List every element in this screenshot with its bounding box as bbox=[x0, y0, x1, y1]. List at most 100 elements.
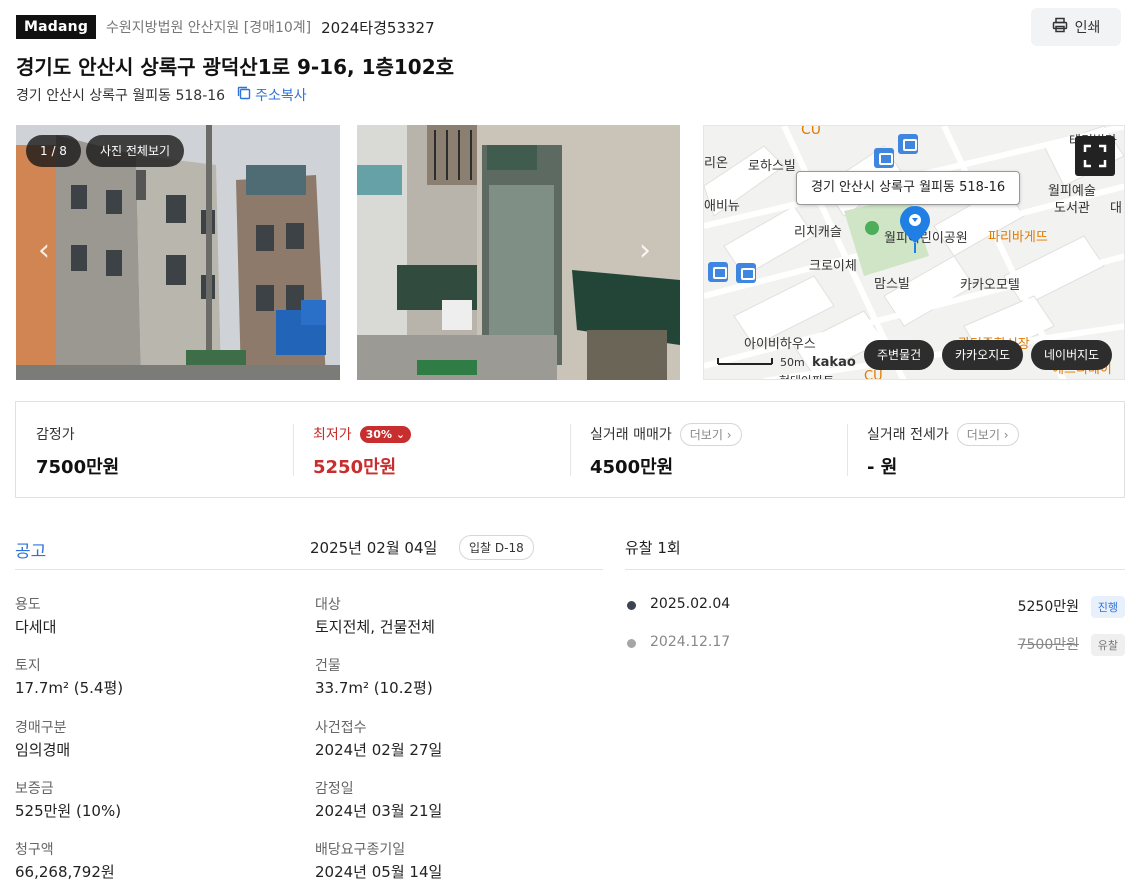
map-label-rohahouse: 로하스빌 bbox=[748, 159, 796, 174]
copy-address-button[interactable]: 주소복사 bbox=[237, 85, 307, 105]
price-summary: 감정가 7500만원 최저가 30% ⌄ 5250만원 실거래 매매가 더보기 … bbox=[15, 401, 1125, 498]
address-row: 경기 안산시 상록구 월피동 518-16 주소복사 bbox=[16, 85, 307, 105]
print-label: 인쇄 bbox=[1074, 20, 1101, 36]
lot-address: 경기 안산시 상록구 월피동 518-16 bbox=[16, 88, 226, 104]
bid-amount: 7500만원 bbox=[1017, 637, 1079, 653]
map-label-aibi: 아이비하우스 bbox=[744, 337, 816, 352]
minimum-value: 5250만원 bbox=[313, 457, 397, 478]
map-label-cu-top: CU bbox=[801, 125, 822, 138]
top-bar: Madang 수원지방법원 안산지원 [경매10계] 2024타경53327 인… bbox=[16, 8, 1125, 46]
print-button[interactable]: 인쇄 bbox=[1031, 8, 1121, 46]
map-pin-icon[interactable] bbox=[900, 206, 930, 258]
nearby-listings-button[interactable]: 주변물건 bbox=[864, 340, 935, 370]
expand-map-icon[interactable] bbox=[1075, 136, 1115, 176]
bid-row: 2024.12.17 7500만원 유찰 bbox=[625, 632, 1125, 656]
detail-label: 배당요구종기일 bbox=[315, 842, 406, 858]
appraisal-label: 감정가 bbox=[36, 424, 273, 444]
bus-stop-icon[interactable] bbox=[874, 148, 894, 168]
prev-photo-icon[interactable]: ‹ bbox=[38, 233, 50, 268]
map-label-croich: 크로이체 bbox=[809, 259, 857, 274]
map-label-paris: 파리바게뜨 bbox=[988, 230, 1048, 245]
detail-label: 용도 bbox=[15, 597, 41, 613]
minimum-label: 최저가 30% ⌄ bbox=[313, 424, 550, 444]
detail-usage: 용도 다세대 bbox=[15, 594, 305, 637]
map-label-mamsvill: 맘스빌 bbox=[874, 277, 910, 292]
discount-badge: 30% ⌄ bbox=[359, 425, 412, 443]
property-photo-1[interactable]: 1 / 8 사진 전체보기 ‹ bbox=[16, 125, 340, 380]
jeonse-value: - 원 bbox=[867, 457, 898, 478]
property-title: 경기도 안산시 상록구 광덕산1로 9-16, 1층102호 bbox=[16, 55, 455, 79]
naver-map-button[interactable]: 네이버지도 bbox=[1031, 340, 1113, 370]
detail-deposit: 보증금 525만원 (10%) bbox=[15, 778, 305, 821]
minimum-label-text: 최저가 bbox=[313, 427, 352, 443]
jeonse-label: 실거래 전세가 더보기 › bbox=[867, 422, 1104, 446]
copy-icon bbox=[237, 86, 251, 104]
jeonse-label-text: 실거래 전세가 bbox=[867, 427, 949, 443]
map-label-cu-bottom: CU bbox=[864, 369, 883, 380]
map-label-hyundai: 현대아파트 bbox=[779, 372, 834, 379]
bus-stop-icon[interactable] bbox=[736, 263, 756, 283]
map-scale: 50m bbox=[780, 356, 805, 369]
map-label-library-2: 도서관 bbox=[1054, 201, 1090, 216]
map-label-rion: 리온 bbox=[704, 156, 728, 171]
building-entrance-image bbox=[357, 125, 680, 380]
map-address-callout: 경기 안산시 상록구 월피동 518-16 bbox=[796, 171, 1021, 205]
bid-history-title: 유찰 1회 bbox=[625, 539, 681, 557]
detail-label: 경매구분 bbox=[15, 720, 67, 736]
detail-label: 건물 bbox=[315, 658, 341, 674]
detail-value: 2024년 02월 27일 bbox=[315, 741, 443, 759]
double-chevron-down-icon: ⌄ bbox=[395, 427, 406, 441]
map-kakao-logo: kakao bbox=[812, 355, 856, 370]
case-number: 2024타경53327 bbox=[321, 18, 435, 37]
bid-status-badge: 유찰 bbox=[1090, 634, 1125, 656]
detail-value: 2024년 05월 14일 bbox=[315, 863, 443, 881]
brand-logo[interactable]: Madang bbox=[16, 15, 97, 39]
detail-auction-type: 경매구분 임의경매 bbox=[15, 717, 305, 760]
bid-status-badge: 진행 bbox=[1090, 596, 1125, 618]
copy-address-label: 주소복사 bbox=[255, 88, 307, 104]
detail-dividend-deadline: 배당요구종기일 2024년 05월 14일 bbox=[315, 839, 605, 882]
bid-date: 2024.12.17 bbox=[650, 634, 731, 650]
notice-header: 공고 2025년 02월 04일 입찰 D-18 bbox=[15, 530, 603, 570]
property-photo-2[interactable]: › bbox=[357, 125, 680, 380]
view-all-photos-button[interactable]: 사진 전체보기 bbox=[86, 135, 185, 167]
kakao-map-button[interactable]: 카카오지도 bbox=[942, 340, 1024, 370]
more-text: 더보기 bbox=[689, 427, 723, 442]
appraisal-value: 7500만원 bbox=[36, 457, 120, 478]
sale-more-button[interactable]: 더보기 › bbox=[679, 422, 742, 446]
detail-label: 토지 bbox=[15, 658, 41, 674]
map-label-rich-castle: 리치캐슬 bbox=[794, 225, 842, 240]
bus-stop-icon[interactable] bbox=[708, 262, 728, 282]
detail-value: 525만원 (10%) bbox=[15, 802, 122, 820]
detail-value: 토지전체, 건물전체 bbox=[315, 618, 435, 636]
bid-status-dot bbox=[627, 639, 636, 648]
notice-label[interactable]: 공고 bbox=[15, 537, 46, 562]
bid-status-dot bbox=[627, 601, 636, 610]
bid-amount: 5250만원 bbox=[1017, 599, 1079, 615]
minimum-price-cell: 최저가 30% ⌄ 5250만원 bbox=[293, 402, 570, 497]
bid-date: 2025.02.04 bbox=[650, 596, 731, 612]
next-photo-icon[interactable]: › bbox=[639, 233, 651, 268]
detail-claim-amount: 청구액 66,268,792원 bbox=[15, 839, 305, 882]
chevron-right-icon: › bbox=[726, 427, 732, 442]
detail-appraisal-date: 감정일 2024년 03월 21일 bbox=[315, 778, 605, 821]
detail-target: 대상 토지전체, 건물전체 bbox=[315, 594, 605, 637]
jeonse-more-button[interactable]: 더보기 › bbox=[956, 422, 1019, 446]
more-text: 더보기 bbox=[966, 427, 1000, 442]
court-name: 수원지방법원 안산지원 [경매10계] bbox=[106, 20, 312, 36]
detail-label: 사건접수 bbox=[315, 720, 367, 736]
discount-text: 30% bbox=[365, 427, 392, 441]
map-label-kakao-motel: 카카오모텔 bbox=[960, 278, 1020, 293]
map-label-avenue: 애비뉴 bbox=[704, 199, 740, 214]
bus-stop-icon[interactable] bbox=[898, 134, 918, 154]
detail-building: 건물 33.7m² (10.2평) bbox=[315, 655, 605, 698]
detail-land: 토지 17.7m² (5.4평) bbox=[15, 655, 305, 698]
sale-price-cell: 실거래 매매가 더보기 › 4500만원 bbox=[570, 402, 847, 497]
detail-value: 2024년 03월 21일 bbox=[315, 802, 443, 820]
detail-label: 감정일 bbox=[315, 781, 354, 797]
printer-icon bbox=[1052, 17, 1068, 37]
detail-value: 17.7m² (5.4평) bbox=[15, 679, 124, 697]
location-map[interactable]: CU 테리빌라 리온 로하스빌 애비뉴 월피예술 도서관 대 리치캐슬 월피어린… bbox=[703, 125, 1125, 380]
sale-value: 4500만원 bbox=[590, 457, 674, 478]
appraisal-label-text: 감정가 bbox=[36, 427, 75, 443]
